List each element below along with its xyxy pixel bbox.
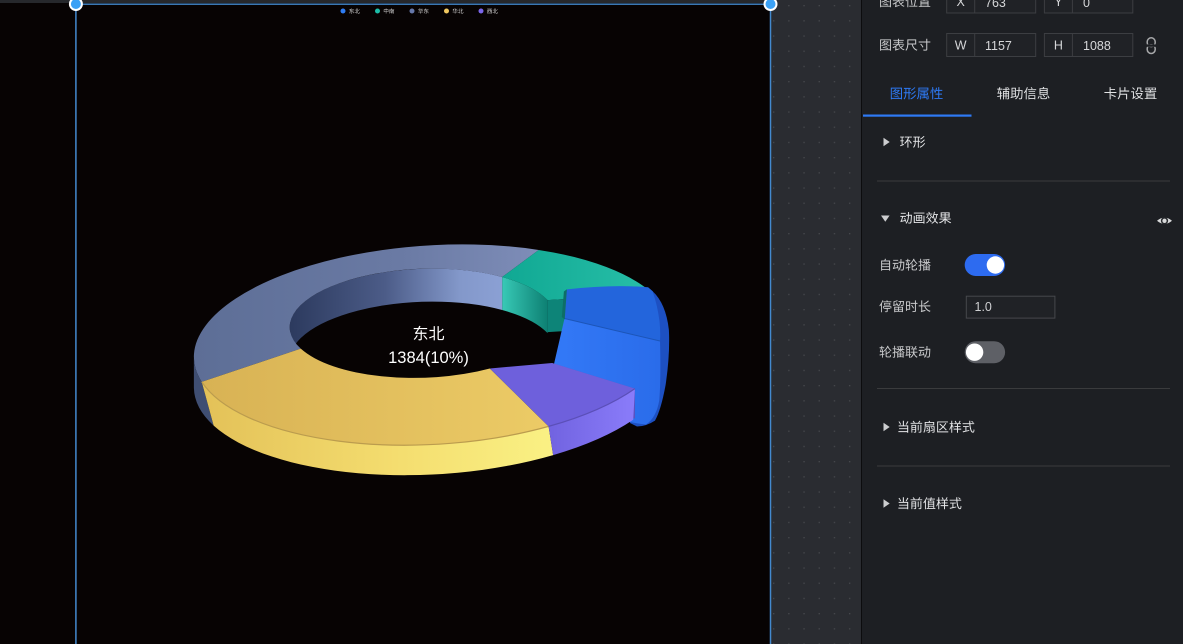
svg-text:X: X xyxy=(957,0,966,9)
svg-text:W: W xyxy=(955,38,967,52)
svg-text:0: 0 xyxy=(1083,0,1090,10)
svg-text:H: H xyxy=(1054,38,1063,52)
svg-text:1384(10%): 1384(10%) xyxy=(388,349,469,367)
svg-text:1157: 1157 xyxy=(985,39,1012,53)
svg-text:1.0: 1.0 xyxy=(975,300,992,314)
svg-text:1088: 1088 xyxy=(1083,39,1111,53)
svg-text:Y: Y xyxy=(1054,0,1063,9)
svg-text:763: 763 xyxy=(985,0,1006,10)
